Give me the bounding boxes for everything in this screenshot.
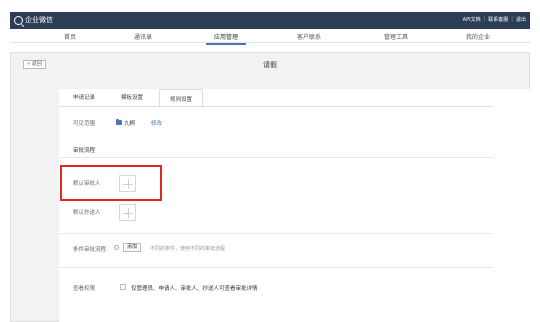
conditional-flow-hint: 不同的条件，使用不同的审批流程 — [150, 246, 226, 252]
view-permission-label: 查看权限 — [73, 286, 96, 292]
conditional-flow-label: 条件审批流程 — [73, 247, 107, 253]
tab-template-settings[interactable]: 模板设置 — [121, 93, 143, 101]
header-links: API文档 | 联系客服 | 退出 — [463, 16, 526, 23]
default-cc-label: 默认抄送人 — [73, 210, 101, 216]
add-cc-button[interactable] — [119, 204, 136, 221]
section-divider — [59, 233, 493, 234]
nav-item-contacts[interactable]: 通讯录 — [134, 32, 152, 41]
nav-item-my-enterprise[interactable]: 我的企业 — [466, 32, 490, 41]
nav-item-customer-contact[interactable]: 客户联系 — [297, 32, 321, 41]
folder-icon — [116, 118, 122, 125]
highlight-box — [60, 165, 162, 201]
section-divider — [59, 157, 493, 158]
page-title: 请假 — [263, 61, 277, 69]
nav-item-home[interactable]: 首页 — [64, 32, 76, 41]
brand[interactable]: 企业微信 — [14, 15, 53, 26]
tab-application-records[interactable]: 申请记录 — [73, 93, 95, 101]
view-permission-checkbox[interactable] — [120, 284, 126, 290]
nav-item-admin-tools[interactable]: 管理工具 — [384, 32, 408, 41]
nav-item-app-management[interactable]: 应用管理 — [205, 32, 247, 45]
top-header: 企业微信 API文档 | 联系客服 | 退出 — [10, 12, 530, 29]
tab-divider — [59, 106, 493, 107]
section-divider — [59, 267, 493, 268]
logout-link[interactable]: 退出 — [516, 16, 526, 23]
tab-bar: 申请记录 模板设置 规则设置 — [59, 89, 493, 107]
content-area: « 返回 请假 申请记录 模板设置 规则设置 可见范围 九桐 修改 审批流程 默… — [10, 52, 540, 322]
visible-range-value: 九桐 — [124, 121, 136, 127]
header-separator: | — [511, 16, 513, 22]
approval-flow-title: 审批流程 — [73, 148, 96, 154]
tab-rule-settings[interactable]: 规则设置 — [159, 89, 204, 107]
edit-visible-range-link[interactable]: 修改 — [151, 119, 162, 127]
brand-name: 企业微信 — [25, 16, 53, 24]
add-condition-button[interactable]: 添加 — [123, 243, 142, 252]
visible-range-label: 可见范围 — [73, 121, 96, 127]
header-separator: | — [483, 16, 486, 22]
main-nav: 首页 通讯录 应用管理 客户联系 管理工具 我的企业 — [10, 29, 530, 45]
view-permission-text: 仅管理员、申请人、审批人、抄送人可查看审批详情 — [131, 286, 258, 292]
info-icon[interactable] — [114, 245, 119, 250]
logo-icon — [14, 16, 23, 25]
contact-support-link[interactable]: 联系客服 — [488, 16, 508, 23]
rules-panel: 申请记录 模板设置 规则设置 可见范围 九桐 修改 审批流程 默认审批人 默认抄… — [59, 89, 540, 322]
api-docs-link[interactable]: API文档 — [463, 16, 481, 23]
